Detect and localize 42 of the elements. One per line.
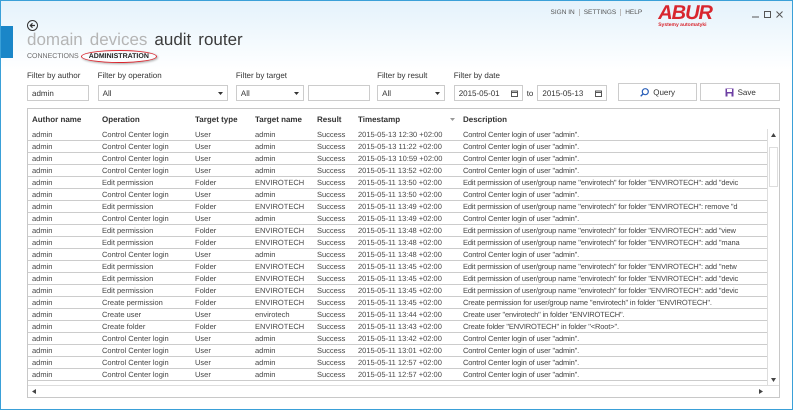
filter-label: Filter by operation [98,71,163,81]
nav-link[interactable]: router [198,30,243,48]
calendar-icon[interactable] [595,90,602,96]
column-header[interactable]: Description [459,114,779,124]
horizontal-scrollbar[interactable] [28,385,779,397]
column-header[interactable]: Author name [28,114,98,124]
column-header[interactable]: Result [313,114,354,124]
result-dropdown[interactable]: All [377,85,446,101]
operation-dropdown[interactable]: All [98,85,228,101]
date-separator: to [526,88,534,98]
logo-name: ABUR [658,4,712,22]
save-button[interactable]: Save [700,83,780,101]
date-from-field[interactable]: 2015-05-01 [454,85,523,101]
filter-label: Filter by author [27,71,82,81]
column-header[interactable]: Timestamp [354,114,450,124]
maximize-icon[interactable] [764,11,771,18]
caret-icon [435,92,440,94]
caret-icon [294,92,299,94]
close-icon[interactable] [776,11,783,18]
back-arrow-icon[interactable] [27,20,38,31]
scroll-down-icon[interactable] [771,377,776,382]
caret-icon [218,92,223,94]
filter-label: Filter by result [377,71,428,81]
query-button[interactable]: Query [618,83,698,101]
accent-bar [1,26,13,58]
scroll-right-icon[interactable] [759,389,764,394]
scroll-left-icon[interactable] [31,389,36,394]
scroll-up-icon[interactable] [771,132,776,137]
target-name-field[interactable] [308,85,370,101]
search-icon [640,88,650,96]
column-header[interactable]: Operation [98,114,191,124]
calendar-icon[interactable] [510,90,518,96]
author-field[interactable]: admin [27,85,89,101]
date-to-field[interactable]: 2015-05-13 [537,85,608,101]
column-header[interactable]: Target type [191,114,251,124]
scrollbar-thumb[interactable] [769,147,778,187]
vertical-scrollbar[interactable] [767,129,779,385]
nav-link[interactable]: audit [154,30,192,48]
filter-label: Filter by date [454,71,501,81]
filter-label: Filter by target [236,71,288,81]
column-header[interactable]: Target name [251,114,313,124]
target-dropdown[interactable]: All [236,85,304,101]
